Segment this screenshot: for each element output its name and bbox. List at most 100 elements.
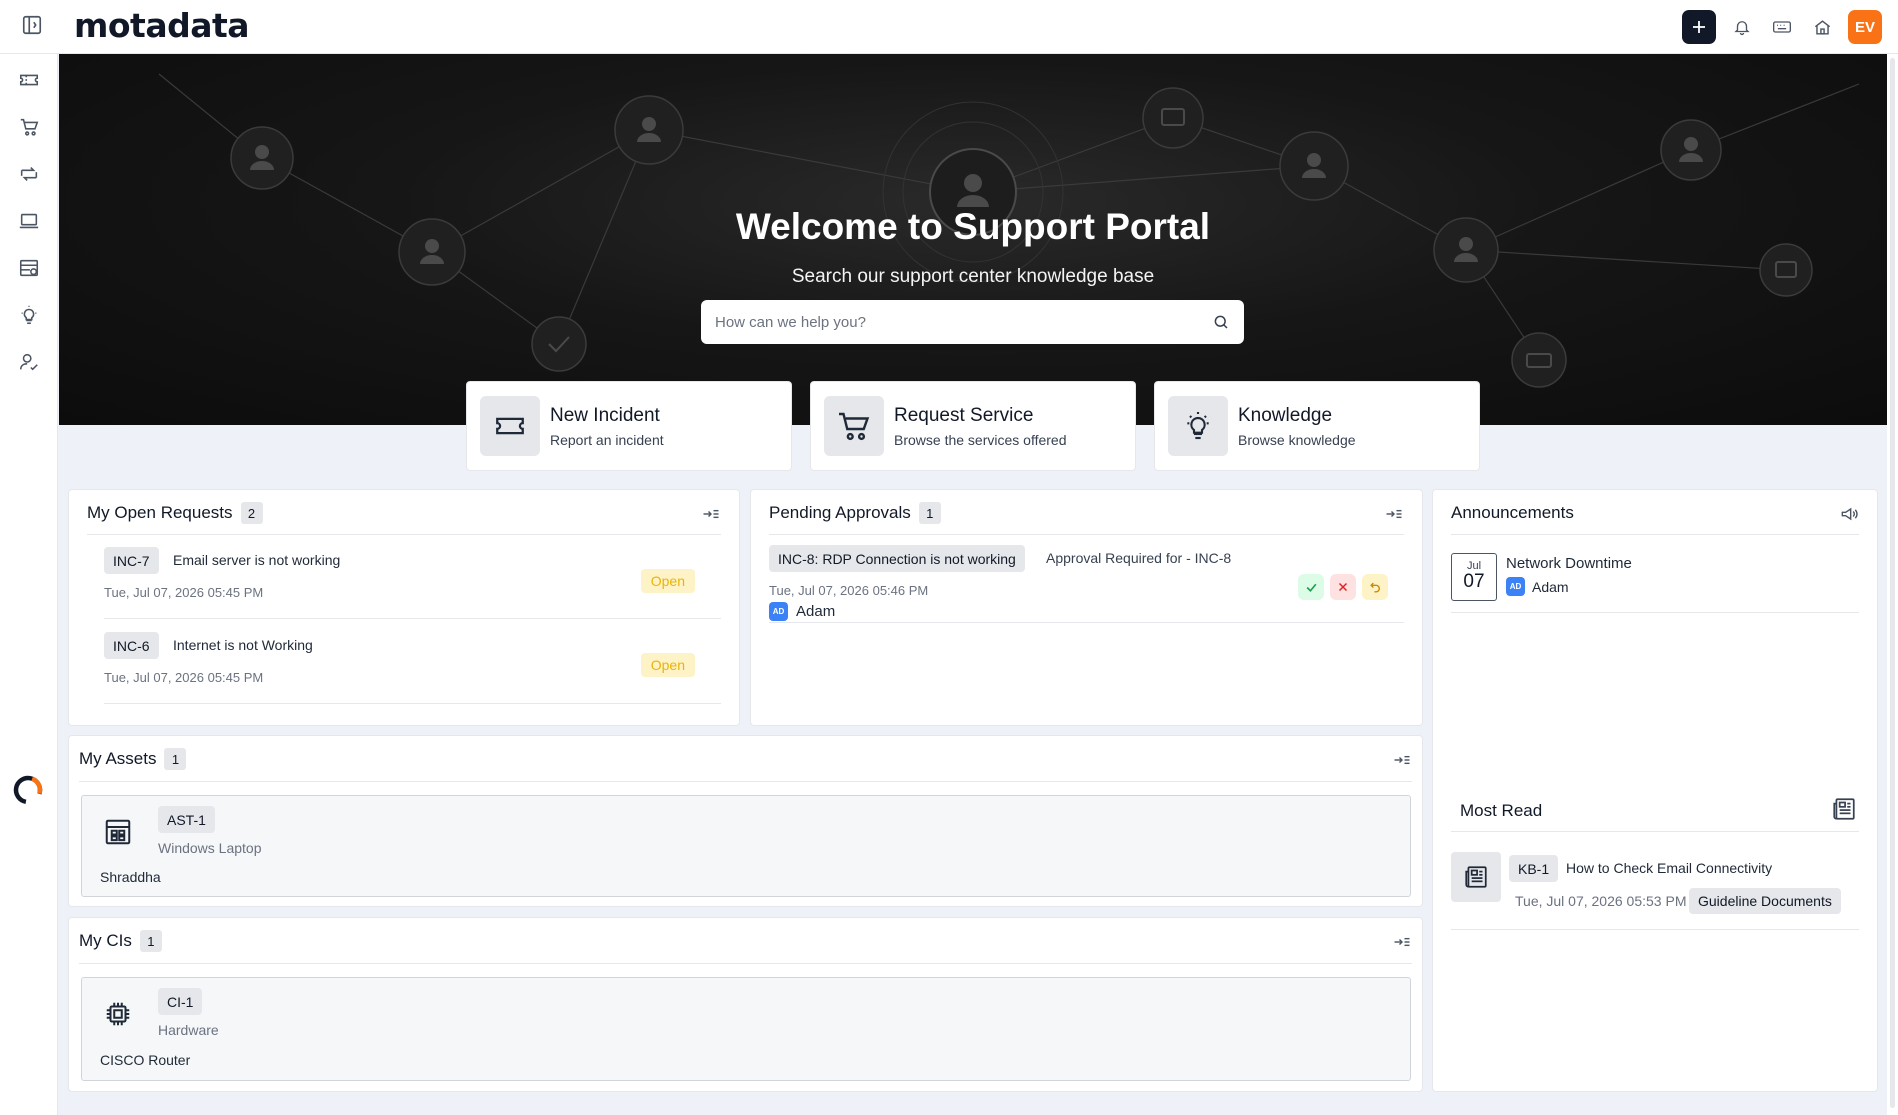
undo-icon	[1369, 582, 1380, 593]
quick-action-subtitle: Report an incident	[550, 431, 664, 448]
most-read-title: Most Read	[1460, 801, 1543, 820]
count-badge: 2	[240, 502, 263, 524]
cmdb-icon[interactable]	[16, 255, 42, 281]
expand-icon[interactable]	[1392, 932, 1412, 952]
list-item[interactable]: Jul 07 Network Downtime AD Adam	[1451, 535, 1859, 613]
quick-action-title: Knowledge	[1238, 404, 1333, 426]
refer-back-button[interactable]	[1362, 574, 1388, 600]
article-icon	[1451, 852, 1501, 902]
article-title[interactable]: How to Check Email Connectivity	[1566, 860, 1772, 876]
close-icon	[1338, 582, 1348, 592]
ticket-icon[interactable]	[16, 67, 42, 93]
chip-icon	[96, 992, 140, 1036]
avatar: AD	[769, 602, 788, 621]
count-badge: 1	[164, 748, 187, 770]
keyboard-icon[interactable]	[1768, 13, 1796, 41]
announcement-author: Adam	[1532, 578, 1569, 595]
asset-type: Windows Laptop	[158, 840, 262, 856]
hero-search-box	[701, 300, 1244, 344]
reject-button[interactable]	[1330, 574, 1356, 600]
expand-icon[interactable]	[1392, 750, 1412, 770]
cis-panel: My CIs 1 CI-1 Hardware CISCO Router	[68, 917, 1423, 1092]
request-id[interactable]: INC-7	[104, 547, 159, 574]
cart-icon	[824, 396, 884, 456]
sidebar-toggle-icon[interactable]	[21, 14, 43, 36]
quick-action-title: Request Service	[894, 404, 1034, 426]
panel-title: My CIs	[79, 931, 132, 950]
logo[interactable]: motadata	[74, 6, 250, 45]
knowledge-card[interactable]: Knowledge Browse knowledge	[1154, 381, 1480, 471]
loader-icon	[12, 774, 44, 806]
announcements-panel: Announcements Jul 07 Network Downtime AD…	[1432, 489, 1878, 1092]
user-check-icon[interactable]	[16, 349, 42, 375]
count-badge: 1	[918, 502, 941, 524]
search-input[interactable]	[701, 301, 1212, 343]
request-service-card[interactable]: Request Service Browse the services offe…	[810, 381, 1136, 471]
assets-panel: My Assets 1 AST-1 Windows Laptop Shraddh…	[68, 735, 1423, 907]
quick-action-subtitle: Browse knowledge	[1238, 431, 1356, 448]
cart-icon[interactable]	[16, 114, 42, 140]
status-badge: Open	[640, 569, 695, 593]
list-item[interactable]: INC-6 Internet is not Working Tue, Jul 0…	[104, 620, 721, 704]
ci-id[interactable]: CI-1	[158, 988, 203, 1015]
quick-action-title: New Incident	[550, 404, 660, 426]
bell-icon[interactable]	[1728, 13, 1756, 41]
approval-reference[interactable]: INC-8: RDP Connection is not working	[769, 545, 1025, 572]
asset-id[interactable]: AST-1	[158, 806, 215, 833]
windows-icon	[96, 810, 140, 854]
open-requests-panel: My Open Requests 2 INC-7 Email server is…	[68, 489, 740, 726]
search-icon[interactable]	[1212, 313, 1230, 331]
date-day: 07	[1463, 571, 1485, 592]
lightbulb-icon[interactable]	[16, 302, 42, 328]
ci-name: CISCO Router	[100, 1052, 191, 1068]
pending-approvals-panel: Pending Approvals 1 INC-8: RDP Connectio…	[750, 489, 1423, 726]
new-incident-card[interactable]: New Incident Report an incident	[466, 381, 792, 471]
article-category[interactable]: Guideline Documents	[1689, 888, 1841, 914]
hero-banner: Welcome to Support Portal Search our sup…	[59, 54, 1887, 425]
panel-title: My Assets	[79, 749, 157, 768]
ci-card[interactable]: CI-1 Hardware CISCO Router	[81, 977, 1411, 1081]
newspaper-icon[interactable]	[1831, 796, 1857, 822]
add-button[interactable]	[1682, 10, 1716, 44]
expand-icon[interactable]	[701, 504, 721, 524]
expand-icon[interactable]	[1384, 504, 1404, 524]
status-badge: Open	[640, 653, 695, 677]
panel-title: Announcements	[1451, 503, 1574, 522]
list-item[interactable]: KB-1 How to Check Email Connectivity Tue…	[1451, 832, 1859, 930]
avatar: AD	[1506, 577, 1525, 596]
top-bar: motadata EV	[0, 0, 1898, 54]
list-item[interactable]: INC-8: RDP Connection is not working App…	[769, 535, 1404, 623]
hero-title: Welcome to Support Portal	[735, 206, 1211, 247]
list-item[interactable]: INC-7 Email server is not working Tue, J…	[104, 535, 721, 619]
approval-description: Approval Required for - INC-8	[1046, 550, 1232, 566]
request-id[interactable]: INC-6	[104, 632, 159, 659]
request-date: Tue, Jul 07, 2026 05:45 PM	[104, 670, 264, 685]
request-date: Tue, Jul 07, 2026 05:45 PM	[104, 585, 264, 600]
request-title[interactable]: Internet is not Working	[173, 637, 313, 653]
check-icon	[1306, 583, 1316, 592]
megaphone-icon[interactable]	[1839, 504, 1859, 524]
left-rail	[0, 54, 58, 1115]
article-date: Tue, Jul 07, 2026 05:53 PM	[1515, 893, 1687, 909]
laptop-icon[interactable]	[16, 208, 42, 234]
lightbulb-icon	[1168, 396, 1228, 456]
asset-card[interactable]: AST-1 Windows Laptop Shraddha	[81, 795, 1411, 897]
approve-button[interactable]	[1298, 574, 1324, 600]
panel-title: Pending Approvals	[769, 503, 911, 522]
plus-icon	[1693, 21, 1705, 33]
home-icon[interactable]	[1808, 13, 1836, 41]
date-badge: Jul 07	[1451, 553, 1497, 601]
count-badge: 1	[139, 930, 162, 952]
change-icon[interactable]	[16, 161, 42, 187]
announcement-title[interactable]: Network Downtime	[1506, 555, 1632, 572]
request-title[interactable]: Email server is not working	[173, 552, 340, 568]
approver-name: Adam	[796, 603, 836, 620]
scrollbar-thumb[interactable]	[1890, 58, 1895, 1108]
ci-type: Hardware	[158, 1022, 219, 1038]
article-id[interactable]: KB-1	[1509, 855, 1559, 882]
scrollbar[interactable]	[1887, 54, 1898, 1115]
panel-title: My Open Requests	[87, 503, 233, 522]
quick-action-subtitle: Browse the services offered	[894, 431, 1067, 448]
hero-subtitle: Search our support center knowledge base	[791, 266, 1155, 287]
user-avatar[interactable]: EV	[1848, 10, 1882, 44]
